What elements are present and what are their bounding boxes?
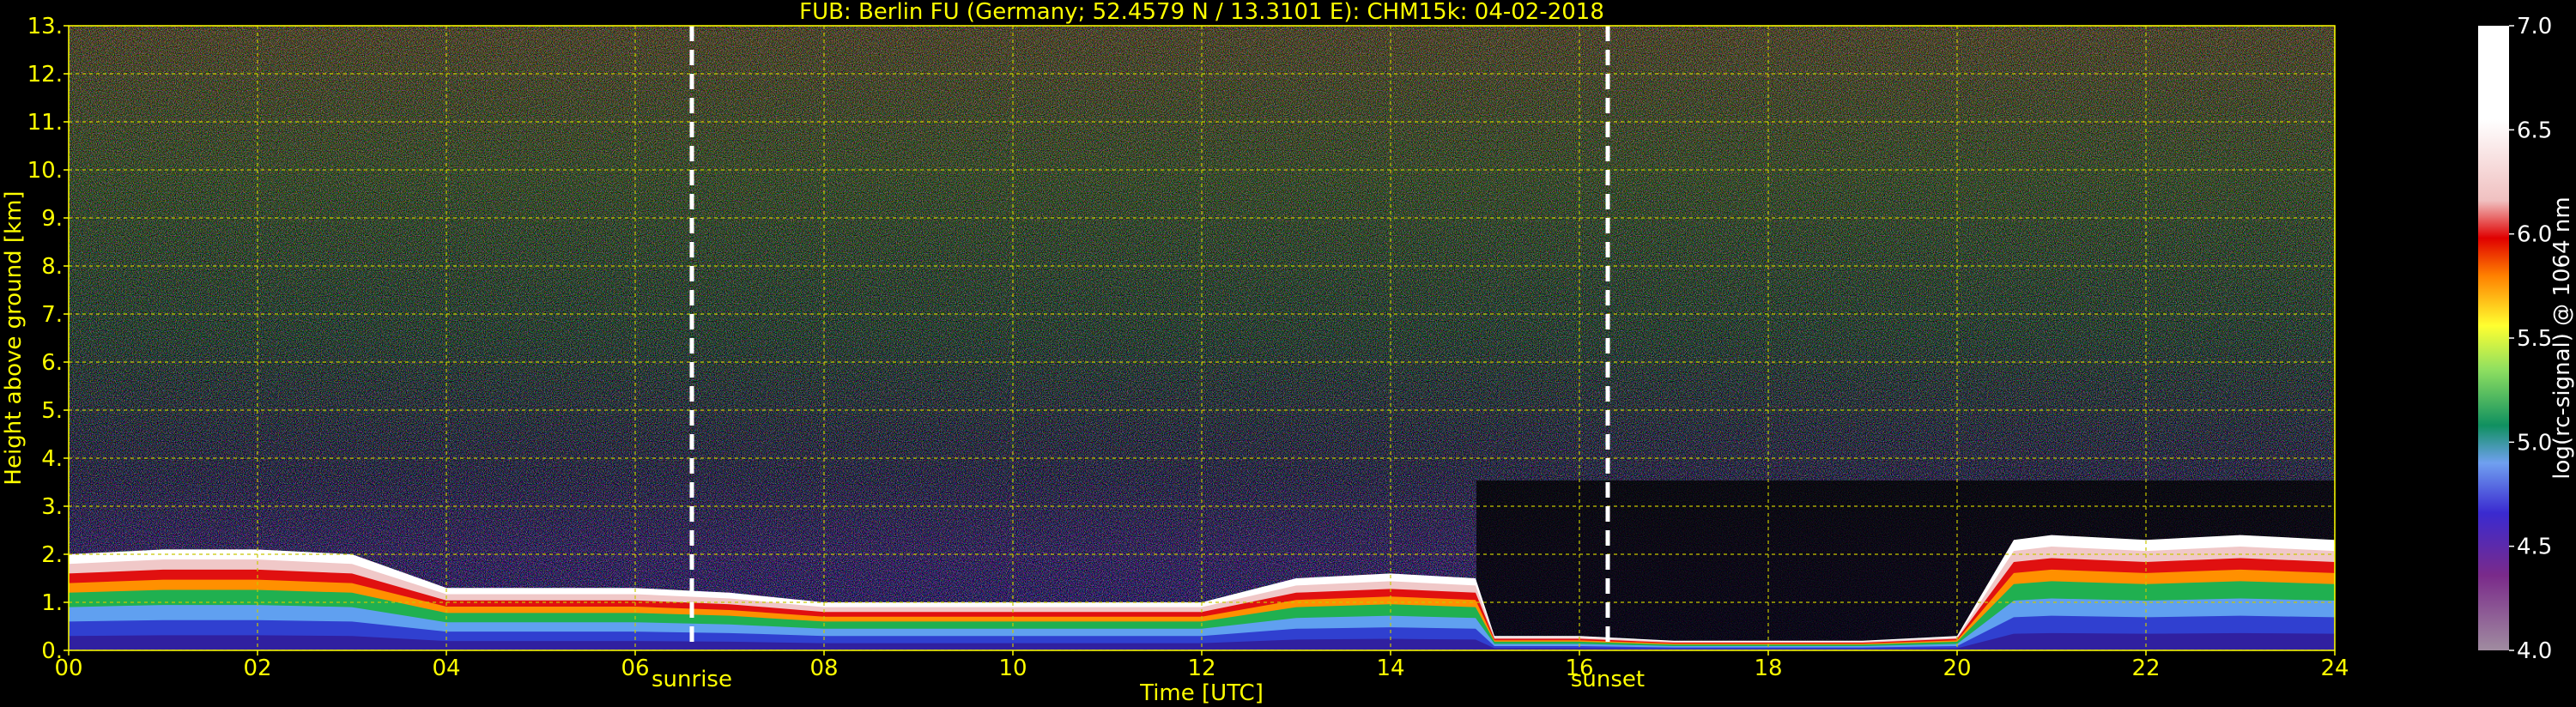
sunrise-label: sunrise xyxy=(652,667,732,692)
colorbar-label: log(rc-signal) @ 1064 nm xyxy=(2549,196,2575,479)
x-tick-label: 04 xyxy=(432,656,460,681)
colorbar-tick-label: 7.0 xyxy=(2517,14,2552,39)
colorbar-tick-label: 5.5 xyxy=(2517,326,2552,352)
x-tick-label: 08 xyxy=(809,656,838,681)
y-tick-label: 0. xyxy=(41,638,63,664)
y-tick-label: 11. xyxy=(27,110,63,136)
y-tick-label: 12. xyxy=(27,62,63,88)
y-tick-label: 2. xyxy=(41,542,63,568)
y-tick-label: 4. xyxy=(41,446,63,472)
x-tick-label: 14 xyxy=(1376,656,1404,681)
y-axis-label: Height above ground [km] xyxy=(1,190,27,485)
x-tick-label: 02 xyxy=(243,656,271,681)
chart-title: FUB: Berlin FU (Germany; 52.4579 N / 13.… xyxy=(799,0,1604,25)
x-tick-label: 20 xyxy=(1943,656,1971,681)
x-tick-label: 18 xyxy=(1754,656,1782,681)
colorbar: log(rc-signal) @ 1064 nm 4.0 4.5 5.0 5.5 6.0… xyxy=(2478,14,2575,664)
colorbar-tick-label: 4.5 xyxy=(2517,535,2552,560)
y-tick-label: 1. xyxy=(41,590,63,616)
x-axis-label: Time [UTC] xyxy=(1139,680,1264,706)
colorbar-tick-label: 6.0 xyxy=(2517,222,2552,248)
y-tick-label: 10. xyxy=(27,158,63,184)
x-tick-label: 12 xyxy=(1187,656,1215,681)
x-tick-label: 22 xyxy=(2131,656,2160,681)
y-tick-label: 3. xyxy=(41,494,63,520)
y-tick-label: 8. xyxy=(41,254,63,280)
y-tick-label: 7. xyxy=(41,302,63,328)
ceilometer-chart: 00 02 04 06 08 10 12 14 16 18 20 22 240.1.2.3.4.5.6.… xyxy=(1,0,2575,706)
x-tick-label: 24 xyxy=(2320,656,2349,681)
colorbar-tick-label: 5.0 xyxy=(2517,430,2552,456)
sunset-label: sunset xyxy=(1571,667,1645,692)
x-tick-label: 10 xyxy=(998,656,1027,681)
colorbar-scale xyxy=(2478,26,2509,650)
colorbar-tick-label: 6.5 xyxy=(2517,118,2552,143)
y-tick-label: 9. xyxy=(41,206,63,232)
x-tick-label: 06 xyxy=(621,656,649,681)
y-tick-label: 5. xyxy=(41,398,63,424)
y-tick-label: 6. xyxy=(41,350,63,376)
y-tick-label: 13. xyxy=(27,14,63,39)
colorbar-tick-label: 4.0 xyxy=(2517,638,2552,664)
